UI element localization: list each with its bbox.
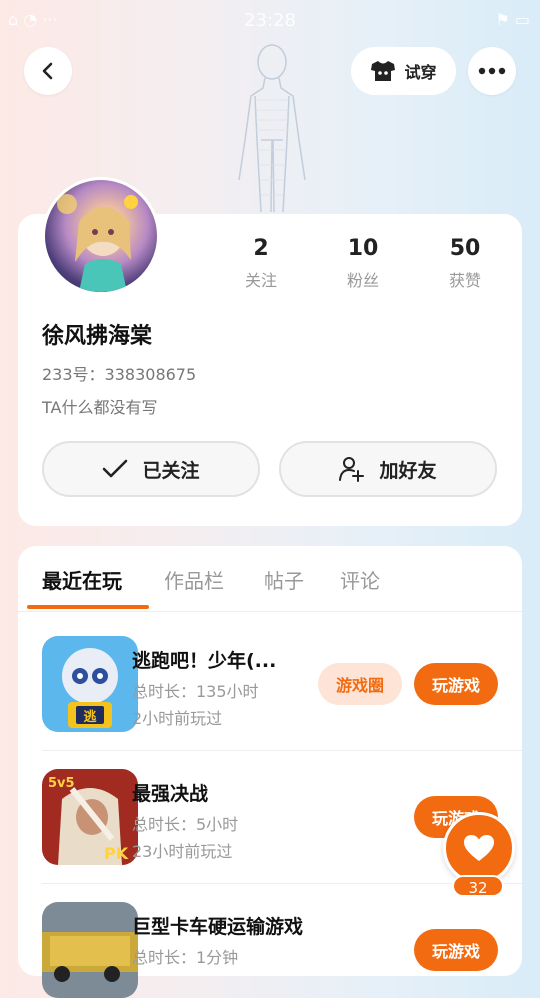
nickname: 徐风拂海棠 xyxy=(42,324,153,349)
tab-works[interactable]: 作品栏 xyxy=(164,565,224,594)
add-user-icon xyxy=(339,457,365,482)
game-duration-3: 总时长：1分钟 xyxy=(132,948,239,967)
tab-recent-play[interactable]: 最近在玩 xyxy=(42,565,122,594)
game-title-2[interactable]: 最强决战 xyxy=(132,779,208,806)
avatar-figure-icon xyxy=(238,44,306,213)
battery-icons: ⚑ ▭ xyxy=(495,10,530,29)
user-id: 233号：338308675 xyxy=(42,365,197,384)
try-on-button[interactable]: 试穿 xyxy=(351,47,456,95)
game-duration-2: 总时长：5小时 xyxy=(132,815,239,834)
avatar-image xyxy=(57,194,138,292)
heart-icon xyxy=(464,835,494,861)
stat-following-label: 关注 xyxy=(244,271,277,290)
row-divider xyxy=(42,750,522,751)
back-button[interactable] xyxy=(24,47,72,95)
game-2-image: 5v5 PK xyxy=(42,769,138,865)
more-button[interactable] xyxy=(468,47,516,95)
stat-following-num: 2 xyxy=(253,236,269,261)
add-friend-label: 加好友 xyxy=(379,459,437,482)
stat-likes-num: 50 xyxy=(449,236,481,261)
tab-posts[interactable]: 帖子 xyxy=(264,565,304,594)
stat-fans[interactable]: 10 粉丝 xyxy=(323,236,403,291)
play-game-button-3[interactable]: 玩游戏 xyxy=(414,929,498,971)
checkmark-icon xyxy=(103,459,128,478)
game-3-image xyxy=(42,902,138,998)
game-icon-1[interactable]: 逃 xyxy=(42,636,138,732)
avatar[interactable] xyxy=(42,177,160,295)
stat-likes[interactable]: 50 获赞 xyxy=(425,236,505,291)
tshirt-icon xyxy=(371,61,396,81)
stat-fans-label: 粉丝 xyxy=(346,271,379,290)
add-friend-button[interactable]: 加好友 xyxy=(279,441,497,497)
tab-comments[interactable]: 评论 xyxy=(340,565,380,594)
svg-text:PK: PK xyxy=(104,844,129,863)
svg-text:逃: 逃 xyxy=(83,709,97,725)
svg-text:5v5: 5v5 xyxy=(48,776,75,791)
play-game-button-1[interactable]: 玩游戏 xyxy=(414,663,498,705)
game-1-image: 逃 xyxy=(42,636,138,732)
tab-active-indicator xyxy=(27,605,149,609)
bio: TA什么都没有写 xyxy=(42,398,158,417)
game-duration-1: 总时长：135小时 xyxy=(132,682,259,701)
game-last-played-1: 2小时前玩过 xyxy=(132,709,223,728)
game-last-played-2: 23小时前玩过 xyxy=(132,842,233,861)
try-on-label: 试穿 xyxy=(404,63,437,82)
status-time: 23:28 xyxy=(244,10,296,31)
game-icon-2[interactable]: 5v5 PK xyxy=(42,769,138,865)
game-title-3[interactable]: 巨型卡车硬运输游戏 xyxy=(132,912,303,939)
stat-following[interactable]: 2 关注 xyxy=(221,236,301,291)
more-dots-icon xyxy=(478,67,506,75)
chevron-left-icon xyxy=(42,62,53,80)
followed-label: 已关注 xyxy=(142,459,200,482)
tab-divider xyxy=(18,611,522,612)
like-button[interactable] xyxy=(443,812,515,884)
game-title-1[interactable]: 逃跑吧！少年(... xyxy=(132,646,276,673)
game-circle-button-1[interactable]: 游戏圈 xyxy=(318,663,402,705)
stat-fans-num: 10 xyxy=(347,236,379,261)
followed-button[interactable]: 已关注 xyxy=(42,441,260,497)
stat-likes-label: 获赞 xyxy=(448,271,481,290)
status-bar: ⌂ ◔ ··· 23:28 ⚑ ▭ xyxy=(0,0,540,40)
row-divider xyxy=(42,883,522,884)
game-icon-3[interactable] xyxy=(42,902,138,998)
like-count: 32 xyxy=(452,875,504,897)
